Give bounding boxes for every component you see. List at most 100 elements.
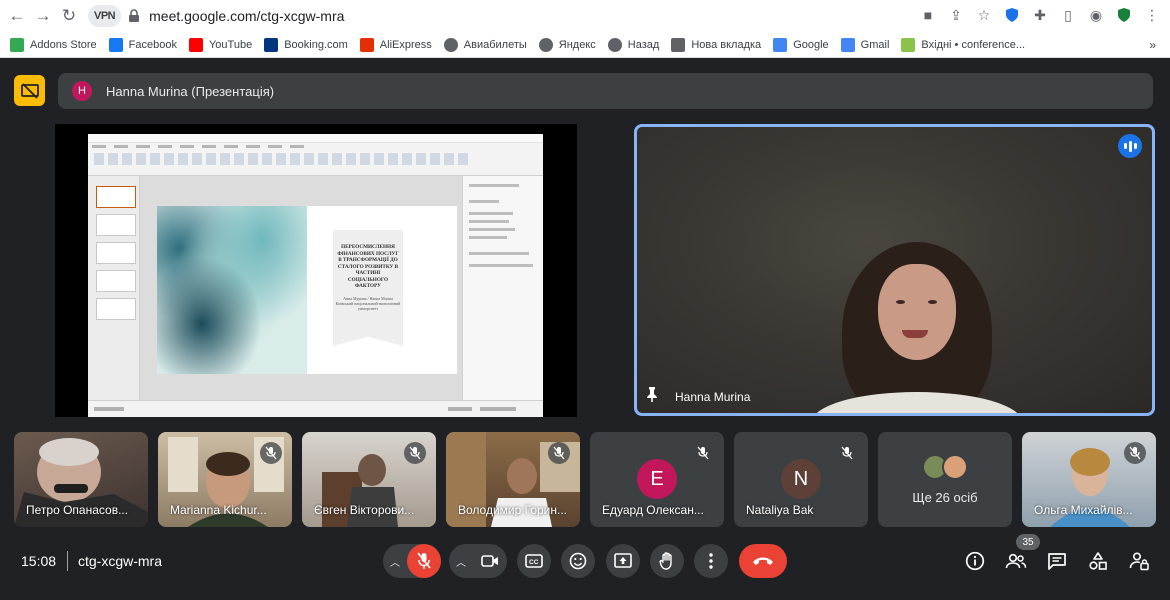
emoji-icon: [569, 552, 587, 570]
url-text: meet.google.com/ctg-xcgw-mra: [149, 8, 345, 24]
menu-dots-icon[interactable]: ⋮: [1142, 4, 1162, 26]
vpn-badge[interactable]: VPN: [88, 5, 122, 27]
extensions-puzzle-icon[interactable]: ✚: [1030, 4, 1050, 26]
bookmark-item[interactable]: Booking.com: [264, 37, 348, 52]
participant-tile[interactable]: Володимир Горин...: [446, 432, 580, 527]
raise-hand-button[interactable]: [650, 544, 684, 578]
bookmark-label: AliExpress: [379, 38, 432, 51]
more-participants-tile[interactable]: Ще 26 осіб: [878, 432, 1012, 527]
more-vert-icon: [709, 553, 713, 569]
bookmark-item[interactable]: Facebook: [108, 37, 177, 52]
forward-icon[interactable]: →: [30, 3, 56, 29]
bookmark-label: Яндекс: [558, 38, 596, 51]
chat-button[interactable]: [1046, 550, 1068, 572]
bookmark-item[interactable]: Нова вкладка: [671, 37, 761, 52]
people-button[interactable]: [1005, 550, 1027, 572]
bookmark-label: Вхідні • conference...: [921, 38, 1026, 51]
participant-tile[interactable]: Ольга Михайлів...: [1022, 432, 1156, 527]
adblock-shield-icon[interactable]: [1114, 4, 1134, 26]
camera-toggle-button[interactable]: [473, 544, 507, 578]
bookmark-label: Booking.com: [284, 38, 348, 51]
meeting-controls: 15:08 ctg-xcgw-mra ︿ ︿ CC 35: [0, 534, 1170, 600]
pin-icon[interactable]: [646, 386, 658, 405]
participant-tile[interactable]: N Nataliya Bak: [734, 432, 868, 527]
facebook-icon: [108, 37, 123, 52]
participant-name: Nataliya Bak: [746, 503, 814, 517]
profile-icon[interactable]: ◉: [1086, 4, 1106, 26]
bookmark-label: Gmail: [860, 38, 890, 51]
bookmark-item[interactable]: Gmail: [840, 37, 890, 52]
camera-blocked-icon[interactable]: ■: [918, 4, 938, 26]
side-panel-icon[interactable]: ▯: [1058, 4, 1078, 26]
bookmark-item[interactable]: Яндекс: [538, 37, 596, 52]
extension-shield-icon[interactable]: [1002, 4, 1022, 26]
captions-button[interactable]: CC: [517, 544, 551, 578]
inbox-icon: [901, 37, 916, 52]
presenter-bar: H Hanna Murina (Презентація): [58, 73, 1153, 109]
bookmark-item[interactable]: Авиабилеты: [443, 37, 527, 52]
globe-icon: [607, 37, 622, 52]
mic-off-icon: [692, 442, 714, 464]
bookmark-item[interactable]: YouTube: [188, 37, 252, 52]
people-icon: [1005, 553, 1027, 569]
participant-tile[interactable]: E Едуард Олексан...: [590, 432, 724, 527]
participant-avatar: N: [781, 459, 821, 499]
powerpoint-window: ПЕРЕОСМИСЛЕННЯ ФІНАНСОВИХ ПОСЛУГ В ТРАНС…: [88, 134, 543, 417]
host-controls-button[interactable]: [1128, 550, 1150, 572]
meeting-time: 15:08: [21, 553, 57, 569]
participant-tile[interactable]: Петро Опанасов...: [14, 432, 148, 527]
more-participants-label: Ще 26 осіб: [912, 490, 978, 505]
mic-off-icon: [260, 442, 282, 464]
participant-name: Євген Вікторови...: [314, 503, 415, 517]
present-screen-icon: [614, 553, 632, 568]
slide-thumbnails: [88, 176, 140, 400]
bookmark-label: Addons Store: [30, 38, 97, 51]
mic-control: ︿: [383, 544, 441, 578]
google-icon: [840, 37, 855, 52]
camera-icon: [481, 555, 498, 567]
slide-artwork: [157, 206, 307, 374]
bookmark-item[interactable]: Назад: [607, 37, 659, 52]
ppt-ribbon: [88, 134, 543, 176]
meeting-info-button[interactable]: [964, 550, 986, 572]
reactions-button[interactable]: [561, 544, 595, 578]
speaker-tile[interactable]: Hanna Murina: [634, 124, 1155, 416]
slide-canvas: ПЕРЕОСМИСЛЕННЯ ФІНАНСОВИХ ПОСЛУГ В ТРАНС…: [140, 176, 462, 400]
aliexpress-icon: [359, 37, 374, 52]
address-bar[interactable]: meet.google.com/ctg-xcgw-mra: [127, 4, 344, 28]
mic-toggle-button[interactable]: [407, 544, 441, 578]
info-icon: [965, 551, 985, 571]
back-icon[interactable]: ←: [4, 3, 30, 29]
browser-toolbar: ← → ↻ VPN meet.google.com/ctg-xcgw-mra ■…: [0, 0, 1170, 32]
bookmark-item[interactable]: Google: [773, 37, 829, 52]
more-options-button[interactable]: [694, 544, 728, 578]
leave-call-button[interactable]: [739, 544, 787, 578]
activities-button[interactable]: [1087, 550, 1109, 572]
participant-tile[interactable]: Євген Вікторови...: [302, 432, 436, 527]
addons-icon: [10, 37, 24, 52]
bookmark-label: Facebook: [128, 38, 177, 51]
slide-subtitle: Анна Мурина / Hanna Murina Київський нац…: [335, 296, 401, 312]
participant-avatar: E: [637, 459, 677, 499]
hand-icon: [659, 552, 672, 570]
meeting-code: ctg-xcgw-mra: [78, 553, 163, 569]
participant-name: Едуард Олексан...: [602, 503, 704, 517]
reload-icon[interactable]: ↻: [56, 3, 82, 29]
bookmark-item[interactable]: Addons Store: [10, 37, 97, 52]
participant-tile[interactable]: Marianna Kichur...: [158, 432, 292, 527]
share-icon[interactable]: ⇪: [946, 4, 966, 26]
slide: ПЕРЕОСМИСЛЕННЯ ФІНАНСОВИХ ПОСЛУГ В ТРАНС…: [157, 206, 457, 374]
presentation-icon[interactable]: [14, 75, 45, 106]
camera-options-chevron-icon[interactable]: ︿: [449, 554, 473, 569]
present-button[interactable]: [606, 544, 640, 578]
speaking-indicator-icon: [1118, 134, 1142, 158]
mic-options-chevron-icon[interactable]: ︿: [383, 554, 407, 569]
mic-off-icon: [404, 442, 426, 464]
bookmark-item[interactable]: Вхідні • conference...: [901, 37, 1026, 52]
bookmark-item[interactable]: AliExpress: [359, 37, 432, 52]
participant-name: Володимир Горин...: [458, 503, 568, 517]
shared-screen[interactable]: ПЕРЕОСМИСЛЕННЯ ФІНАНСОВИХ ПОСЛУГ В ТРАНС…: [55, 124, 577, 417]
participant-name: Marianna Kichur...: [170, 503, 267, 517]
star-icon[interactable]: ☆: [974, 4, 994, 26]
bookmarks-overflow-button[interactable]: »: [1149, 38, 1156, 52]
